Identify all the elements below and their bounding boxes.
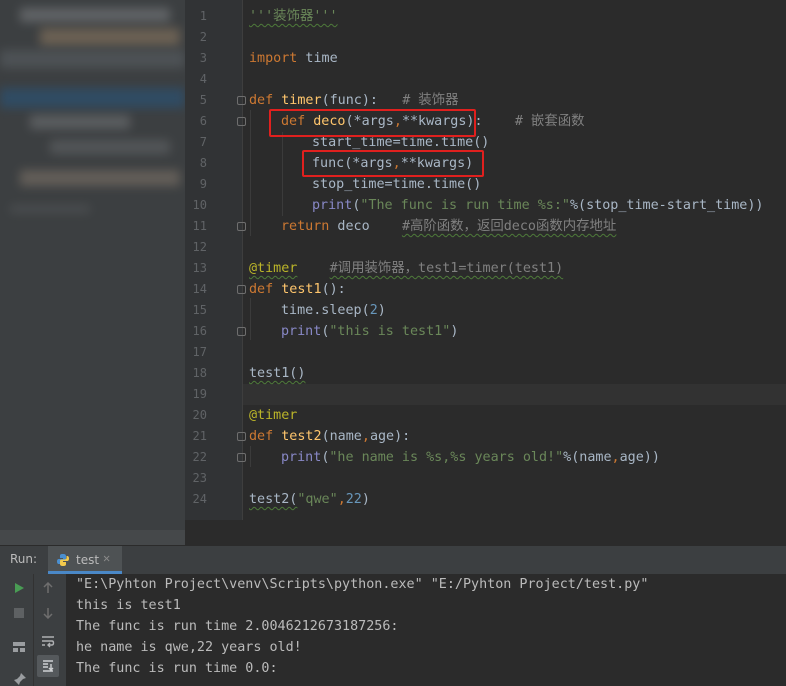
line-number: 22: [192, 450, 207, 464]
line-number: 7: [199, 135, 207, 149]
line-number: 16: [192, 324, 207, 338]
run-icon[interactable]: [13, 582, 25, 594]
console-line: he name is qwe,22 years old!: [76, 640, 302, 655]
current-line-highlight: [243, 384, 786, 405]
code-line-16: print("this is test1"): [281, 324, 459, 339]
fold-marker[interactable]: [237, 432, 246, 441]
python-icon: [57, 554, 69, 566]
layout-icon[interactable]: [12, 640, 26, 654]
line-number: 19: [192, 387, 207, 401]
pin-icon[interactable]: [13, 672, 27, 686]
soft-wrap-icon[interactable]: [41, 634, 55, 648]
line-number: 9: [199, 177, 207, 191]
down-icon[interactable]: [42, 607, 54, 619]
toolbar-divider: [33, 574, 34, 686]
run-label: Run:: [10, 552, 38, 566]
fold-marker[interactable]: [237, 327, 246, 336]
code-line-21: def test2(name,age):: [249, 429, 411, 444]
line-number: 18: [192, 366, 207, 380]
close-icon[interactable]: ✕: [103, 551, 110, 565]
line-number: 11: [192, 219, 207, 233]
code-line-3: import time: [249, 51, 338, 66]
code-line-5: def timer(func): # 装饰器: [249, 93, 459, 108]
fold-marker[interactable]: [237, 117, 246, 126]
line-number: 6: [199, 114, 207, 128]
run-tab-label: test: [76, 553, 100, 567]
line-number: 21: [192, 429, 207, 443]
line-number: 23: [192, 471, 207, 485]
code-line-9: stop_time=time.time(): [312, 177, 482, 192]
code-line-10: print("The func is run time %s:"%(stop_t…: [312, 198, 764, 213]
code-line-1: '''装饰器''': [249, 9, 338, 24]
console-line: The func is run time 2.0046212673187256:: [76, 619, 399, 634]
console-line: this is test1: [76, 598, 181, 613]
line-number: 20: [192, 408, 207, 422]
fold-marker[interactable]: [237, 285, 246, 294]
fold-marker[interactable]: [237, 96, 246, 105]
code-line-24: test2("qwe",22): [249, 492, 370, 507]
up-icon[interactable]: [42, 582, 54, 594]
code-line-13: @timer #调用装饰器，test1=timer(test1): [249, 261, 564, 276]
code-line-15: time.sleep(2): [281, 303, 386, 318]
line-number: 2: [199, 30, 207, 44]
highlight-box-func-call: [302, 150, 484, 177]
line-number: 1: [199, 9, 207, 23]
console-line: The func is run time 0.0:: [76, 661, 278, 676]
highlight-box-deco: [269, 109, 476, 137]
project-panel: [0, 0, 185, 545]
line-number: 4: [199, 72, 207, 86]
code-line-22: print("he name is %s,%s years old!"%(nam…: [281, 450, 660, 465]
line-number: 3: [199, 51, 207, 65]
code-line-20: @timer: [249, 408, 298, 423]
line-number: 13: [192, 261, 207, 275]
fold-marker[interactable]: [237, 453, 246, 462]
line-number: 24: [192, 492, 207, 506]
line-number: 12: [192, 240, 207, 254]
line-number: 5: [199, 93, 207, 107]
scroll-to-end-icon: [43, 660, 54, 672]
line-number: 8: [199, 156, 207, 170]
line-number: 17: [192, 345, 207, 359]
line-number: 14: [192, 282, 207, 296]
code-line-18: test1(): [249, 366, 306, 381]
line-number: 10: [192, 198, 207, 212]
code-line-14: def test1():: [249, 282, 346, 297]
line-number: 15: [192, 303, 207, 317]
code-line-11: return deco #高阶函数，返回deco函数内存地址: [281, 219, 617, 234]
console-line: "E:\Pyhton Project\venv\Scripts\python.e…: [76, 577, 649, 592]
fold-marker[interactable]: [237, 222, 246, 231]
stop-icon[interactable]: [13, 607, 25, 619]
